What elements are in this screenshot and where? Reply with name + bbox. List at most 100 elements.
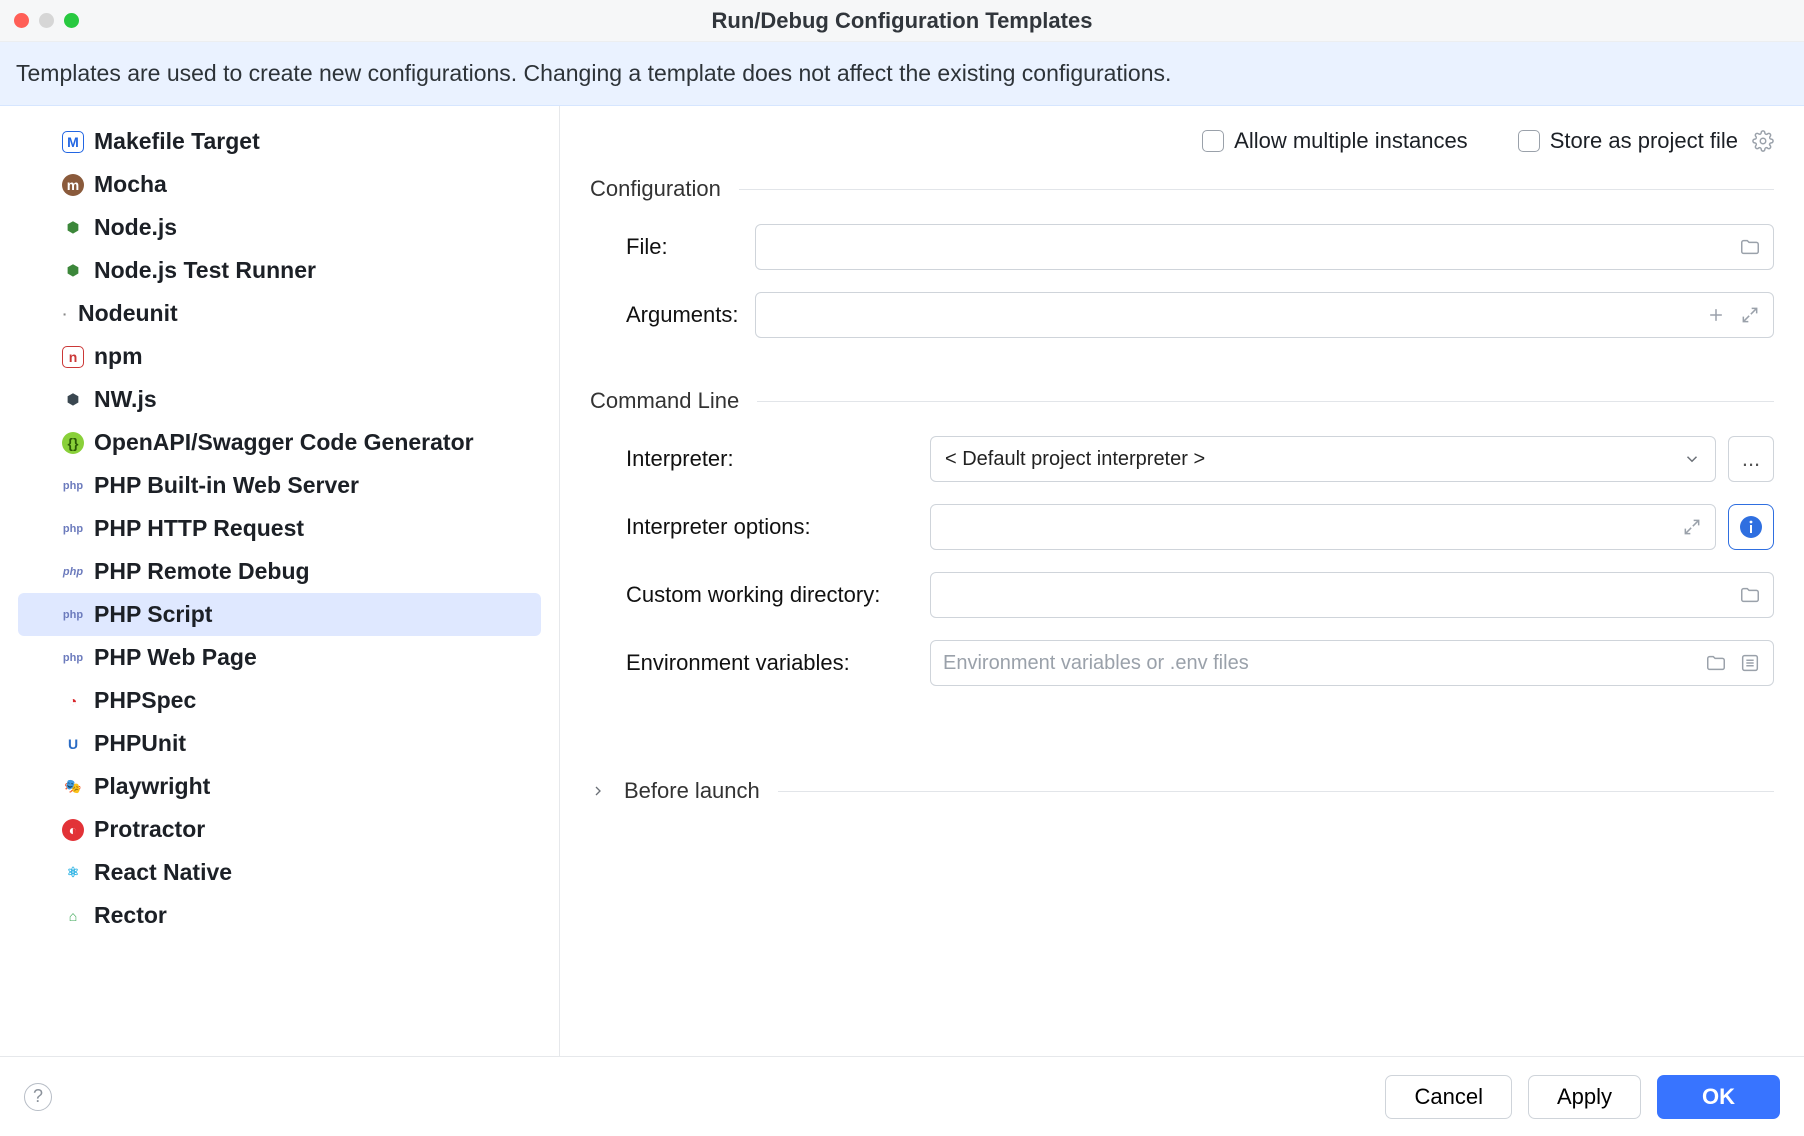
arguments-input[interactable] (755, 292, 1774, 338)
ok-button[interactable]: OK (1657, 1075, 1780, 1119)
row-env: Environment variables: (590, 640, 1774, 686)
interpreter-value: < Default project interpreter > (945, 448, 1205, 471)
checkbox-box-icon (1518, 130, 1540, 152)
dialog-footer: ? Cancel Apply OK (0, 1056, 1804, 1136)
swagger-icon: {} (62, 432, 84, 454)
cancel-button[interactable]: Cancel (1385, 1075, 1511, 1119)
tree-item-mocha[interactable]: m Mocha (0, 163, 559, 206)
allow-multiple-instances-checkbox[interactable]: Allow multiple instances (1202, 128, 1468, 154)
row-file: File: (590, 224, 1774, 270)
folder-icon[interactable] (1738, 583, 1762, 607)
tree-item-playwright[interactable]: 🎭 Playwright (0, 765, 559, 808)
tree-item-php-remote-debug[interactable]: php PHP Remote Debug (0, 550, 559, 593)
interpreter-select[interactable]: < Default project interpreter > (930, 436, 1716, 482)
tree-item-label: Node.js Test Runner (94, 257, 316, 284)
env-input[interactable] (930, 640, 1774, 686)
section-command-line: Command Line (590, 388, 1774, 414)
phpspec-icon: ◔ (62, 690, 84, 712)
tree-item-rector[interactable]: ⌂ Rector (0, 894, 559, 937)
cwd-label: Custom working directory: (590, 582, 930, 608)
info-banner: Templates are used to create new configu… (0, 42, 1804, 106)
tree-item-label: PHPUnit (94, 730, 186, 757)
tree-item-label: Protractor (94, 816, 205, 843)
divider (778, 791, 1774, 792)
help-button[interactable]: ? (24, 1083, 52, 1111)
tree-item-label: NW.js (94, 386, 157, 413)
interpreter-label: Interpreter: (590, 446, 930, 472)
dialog-title: Run/Debug Configuration Templates (0, 8, 1804, 34)
playwright-icon: 🎭 (62, 776, 84, 798)
makefile-icon: M (62, 131, 84, 153)
template-form: Allow multiple instances Store as projec… (560, 106, 1804, 1056)
cwd-input[interactable] (930, 572, 1774, 618)
interpreter-options-label: Interpreter options: (590, 514, 930, 540)
checkbox-label: Store as project file (1550, 128, 1738, 154)
php-script-icon: php (62, 604, 84, 626)
plus-icon[interactable] (1704, 303, 1728, 327)
env-label: Environment variables: (590, 650, 930, 676)
tree-item-label: PHP Web Page (94, 644, 257, 671)
apply-button[interactable]: Apply (1528, 1075, 1641, 1119)
protractor-icon: ◐ (62, 819, 84, 841)
expand-icon[interactable] (1738, 303, 1762, 327)
arguments-label: Arguments: (590, 302, 755, 328)
row-interpreter-options: Interpreter options: (590, 504, 1774, 550)
section-title-text: Configuration (590, 176, 721, 202)
tree-item-php-http-request[interactable]: php PHP HTTP Request (0, 507, 559, 550)
tree-item-label: PHP Built-in Web Server (94, 472, 359, 499)
main-split: M Makefile Target m Mocha ⬢ Node.js ⬢ No… (0, 106, 1804, 1056)
tree-item-react-native[interactable]: ⚛ React Native (0, 851, 559, 894)
template-tree: M Makefile Target m Mocha ⬢ Node.js ⬢ No… (0, 106, 560, 1056)
folder-icon[interactable] (1704, 651, 1728, 675)
tree-item-nodejs-test-runner[interactable]: ⬢ Node.js Test Runner (0, 249, 559, 292)
divider (739, 189, 1774, 190)
tree-item-php-script[interactable]: php PHP Script (18, 593, 541, 636)
tree-item-label: React Native (94, 859, 232, 886)
interpreter-options-input[interactable] (930, 504, 1716, 550)
section-configuration: Configuration (590, 176, 1774, 202)
tree-item-phpunit[interactable]: U PHPUnit (0, 722, 559, 765)
gear-icon[interactable] (1752, 130, 1774, 152)
tree-item-php-builtin-server[interactable]: php PHP Built-in Web Server (0, 464, 559, 507)
file-label: File: (590, 234, 755, 260)
php-remote-debug-icon: php (62, 561, 84, 583)
tree-item-makefile-target[interactable]: M Makefile Target (0, 120, 559, 163)
chevron-down-icon (1683, 450, 1701, 468)
rector-icon: ⌂ (62, 905, 84, 927)
tree-item-label: PHPSpec (94, 687, 196, 714)
checkbox-box-icon (1202, 130, 1224, 152)
tree-item-label: PHP Remote Debug (94, 558, 310, 585)
tree-item-label: PHP Script (94, 601, 212, 628)
interpreter-info-button[interactable] (1728, 504, 1774, 550)
tree-item-label: PHP HTTP Request (94, 515, 304, 542)
nodejs-icon: ⬢ (62, 217, 84, 239)
folder-icon[interactable] (1738, 235, 1762, 259)
footer-buttons: Cancel Apply OK (1385, 1075, 1780, 1119)
section-before-launch[interactable]: Before launch (590, 778, 1774, 804)
tree-item-npm[interactable]: n npm (0, 335, 559, 378)
file-input[interactable] (755, 224, 1774, 270)
dialog-window: Run/Debug Configuration Templates Templa… (0, 0, 1804, 1136)
chevron-right-icon (590, 783, 606, 799)
tree-item-nodeunit[interactable]: · Nodeunit (0, 292, 559, 335)
section-title-text: Before launch (624, 778, 760, 804)
store-as-project-file-checkbox[interactable]: Store as project file (1518, 128, 1774, 154)
tree-item-protractor[interactable]: ◐ Protractor (0, 808, 559, 851)
tree-item-openapi-swagger[interactable]: {} OpenAPI/Swagger Code Generator (0, 421, 559, 464)
tree-item-nwjs[interactable]: ⬢ NW.js (0, 378, 559, 421)
form-top-options: Allow multiple instances Store as projec… (590, 128, 1774, 154)
tree-item-phpspec[interactable]: ◔ PHPSpec (0, 679, 559, 722)
npm-icon: n (62, 346, 84, 368)
interpreter-browse-button[interactable]: ... (1728, 436, 1774, 482)
tree-item-label: Nodeunit (78, 300, 178, 327)
php-http-icon: php (62, 518, 84, 540)
tree-item-label: npm (94, 343, 143, 370)
list-icon[interactable] (1738, 651, 1762, 675)
tree-item-php-web-page[interactable]: php PHP Web Page (0, 636, 559, 679)
row-arguments: Arguments: (590, 292, 1774, 338)
react-icon: ⚛ (62, 862, 84, 884)
tree-item-nodejs[interactable]: ⬢ Node.js (0, 206, 559, 249)
php-server-icon: php (62, 475, 84, 497)
expand-icon[interactable] (1680, 515, 1704, 539)
divider (757, 401, 1774, 402)
